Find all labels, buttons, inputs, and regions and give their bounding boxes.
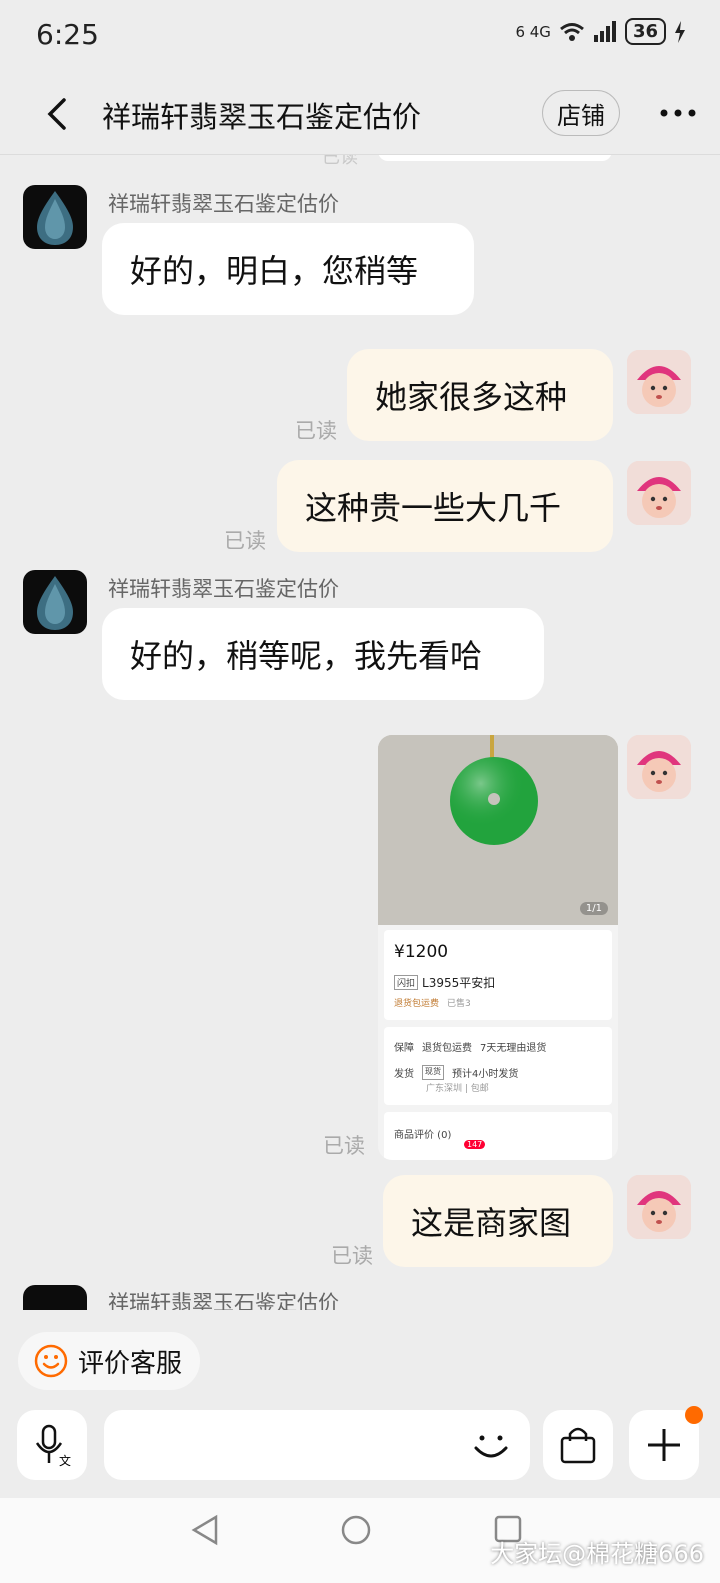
nav-home-icon[interactable] xyxy=(340,1514,372,1546)
sender-name: 祥瑞轩翡翠玉石鉴定估价 xyxy=(108,577,339,601)
sender-name: 祥瑞轩翡翠玉石鉴定估价 xyxy=(108,1291,339,1310)
product-card[interactable]: 1/1 ¥1200 闪扣 L3955平安扣 退货包运费 已售3 保障 退货包运费… xyxy=(378,735,618,1160)
signal-icon xyxy=(593,20,616,42)
read-status: 已读 xyxy=(331,1244,373,1268)
smiley-icon xyxy=(34,1344,68,1378)
product-tag: 闪扣 xyxy=(394,975,419,990)
baby-avatar-icon xyxy=(627,1175,691,1239)
outgoing-message[interactable]: 这是商家图 xyxy=(383,1175,613,1267)
sender-name: 祥瑞轩翡翠玉石鉴定估价 xyxy=(108,192,339,216)
baby-avatar-icon xyxy=(627,461,691,525)
watermark-text: 大家坛@棉花糖666 xyxy=(490,1540,704,1568)
product-image[interactable]: 1/1 xyxy=(378,735,618,925)
guarantee-item: 退货包运费 xyxy=(422,1043,472,1054)
shipping-note: 退货包运费 xyxy=(394,999,440,1009)
incoming-message[interactable]: 好的，明白，您稍等 xyxy=(102,223,474,315)
microphone-icon: 文 xyxy=(35,1424,71,1467)
read-status: 已读 xyxy=(295,419,337,443)
status-time: 6:25 xyxy=(36,18,99,51)
shop-avatar[interactable] xyxy=(23,570,87,634)
user-avatar[interactable] xyxy=(627,1175,691,1239)
jade-pendant-image xyxy=(378,735,618,925)
outgoing-message[interactable]: 这种贵一些大几千 xyxy=(277,460,613,552)
message-input[interactable] xyxy=(104,1410,530,1480)
composer: 文 xyxy=(0,1394,720,1480)
status-bar: 6:25 6 4G 36 xyxy=(0,0,720,72)
shop-avatar[interactable] xyxy=(23,1285,87,1310)
shop-avatar[interactable] xyxy=(23,185,87,249)
voice-input-button[interactable]: 文 xyxy=(17,1410,87,1480)
notification-dot xyxy=(685,1406,703,1424)
delivery-label: 发货 xyxy=(394,1069,414,1080)
delivery-text: 预计4小时发货 xyxy=(452,1069,519,1080)
status-icons: 6 4G 36 xyxy=(515,18,686,45)
product-service: 保障 退货包运费 7天无理由退货 发货 现货 预计4小时发货 广东深圳 | 包邮 xyxy=(384,1027,612,1105)
guarantee-item: 7天无理由退货 xyxy=(480,1043,547,1054)
user-avatar[interactable] xyxy=(627,461,691,525)
jade-avatar-icon xyxy=(37,191,73,245)
jade-avatar-icon xyxy=(37,576,73,630)
emoji-icon[interactable] xyxy=(472,1426,510,1464)
product-price: ¥1200 xyxy=(394,942,449,962)
product-name: L3955平安扣 xyxy=(422,976,496,990)
user-avatar[interactable] xyxy=(627,350,691,414)
chat-title: 祥瑞轩翡翠玉石鉴定估价 xyxy=(102,100,422,134)
quick-actions: 评价客服 xyxy=(0,1310,720,1390)
battery-indicator: 36 xyxy=(624,18,666,45)
more-actions-button[interactable] xyxy=(629,1406,703,1480)
chat-header: 祥瑞轩翡翠玉石鉴定估价 店铺 xyxy=(0,74,720,154)
rate-service-label: 评价客服 xyxy=(78,1348,183,1379)
plus-icon xyxy=(648,1429,680,1461)
nav-back-icon[interactable] xyxy=(190,1514,220,1546)
outgoing-message[interactable]: 她家很多这种 xyxy=(347,349,613,441)
shopping-bag-icon xyxy=(560,1427,596,1464)
read-status: 已读 xyxy=(224,529,266,553)
back-arrow-icon[interactable] xyxy=(40,96,76,132)
read-status: 已读 xyxy=(323,1134,365,1158)
system-nav-bar: 大家坛@棉花糖666 xyxy=(0,1498,720,1583)
incoming-message[interactable]: 好的，稍等呢，我先看哈 xyxy=(102,608,544,700)
sold-count: 已售3 xyxy=(447,999,471,1009)
network-label: 6 4G xyxy=(515,22,551,41)
user-avatar[interactable] xyxy=(627,735,691,799)
svg-text:文: 文 xyxy=(59,1453,71,1467)
delivery-tag: 现货 xyxy=(422,1065,444,1080)
wifi-icon xyxy=(559,22,584,41)
image-counter: 1/1 xyxy=(579,902,608,915)
cart-badge: 147 xyxy=(464,1140,486,1149)
more-options-icon[interactable] xyxy=(660,108,696,118)
chat-messages[interactable]: 已读 祥瑞轩翡翠玉石鉴定估价 好的，明白，您稍等 她家很多这种 已读 这种贵一些… xyxy=(0,155,720,1310)
baby-avatar-icon xyxy=(627,735,691,799)
partial-card xyxy=(378,155,612,161)
baby-avatar-icon xyxy=(627,350,691,414)
reviews-label: 商品评价 (0) xyxy=(394,1130,452,1141)
product-info: ¥1200 闪扣 L3955平安扣 退货包运费 已售3 xyxy=(384,930,612,1020)
shop-button[interactable]: 店铺 xyxy=(542,90,620,136)
rate-service-button[interactable]: 评价客服 xyxy=(18,1332,200,1390)
product-reviews: 商品评价 (0) 147 xyxy=(384,1112,612,1160)
guarantee-label: 保障 xyxy=(394,1043,414,1054)
delivery-location: 广东深圳 | 包邮 xyxy=(426,1084,489,1094)
charging-icon xyxy=(675,20,685,43)
product-button[interactable] xyxy=(543,1410,613,1480)
partial-read-status: 已读 xyxy=(322,155,358,168)
